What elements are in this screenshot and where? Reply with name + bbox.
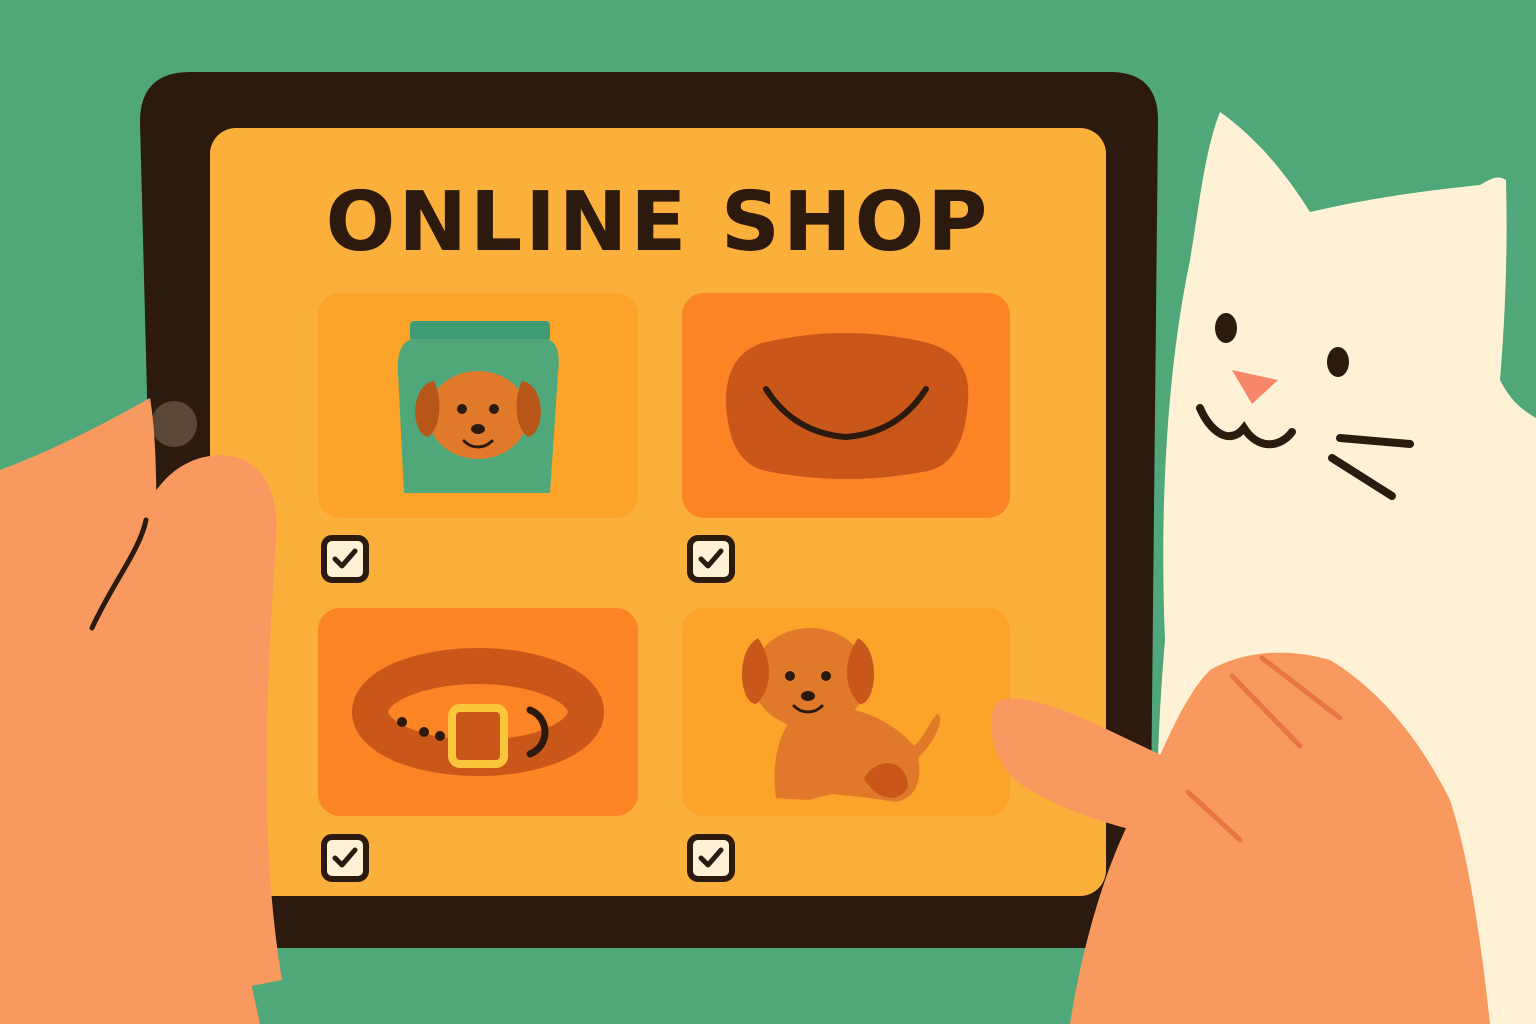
dog-food-bag-icon — [397, 321, 559, 493]
product-tile-dog-food[interactable] — [318, 293, 638, 518]
tablet-home-button — [151, 401, 197, 447]
product-tile-pet-bed[interactable] — [682, 293, 1010, 518]
cat-right-eye — [1327, 347, 1349, 377]
puppy-icon — [741, 628, 941, 802]
product-tile-puppy[interactable] — [682, 608, 1010, 816]
check-icon — [321, 535, 369, 583]
check-icon — [687, 834, 735, 882]
cat-body — [1157, 112, 1536, 1024]
check-icon — [321, 834, 369, 882]
checkbox-puppy[interactable] — [686, 833, 736, 883]
cat-left-eye — [1215, 313, 1237, 343]
check-icon — [687, 535, 735, 583]
checkbox-pet-bed[interactable] — [686, 534, 736, 584]
illustration-scene: ONLINE SHOP — [0, 0, 1536, 1024]
dog-collar-icon — [352, 648, 604, 776]
cat-illustration — [1157, 112, 1536, 1024]
checkbox-dog-food[interactable] — [320, 534, 370, 584]
shop-title: ONLINE SHOP — [325, 175, 991, 270]
pet-bed-icon — [726, 333, 969, 479]
left-hand-thumb — [148, 455, 282, 1001]
checkbox-collar[interactable] — [320, 833, 370, 883]
product-tile-collar[interactable] — [318, 608, 638, 816]
